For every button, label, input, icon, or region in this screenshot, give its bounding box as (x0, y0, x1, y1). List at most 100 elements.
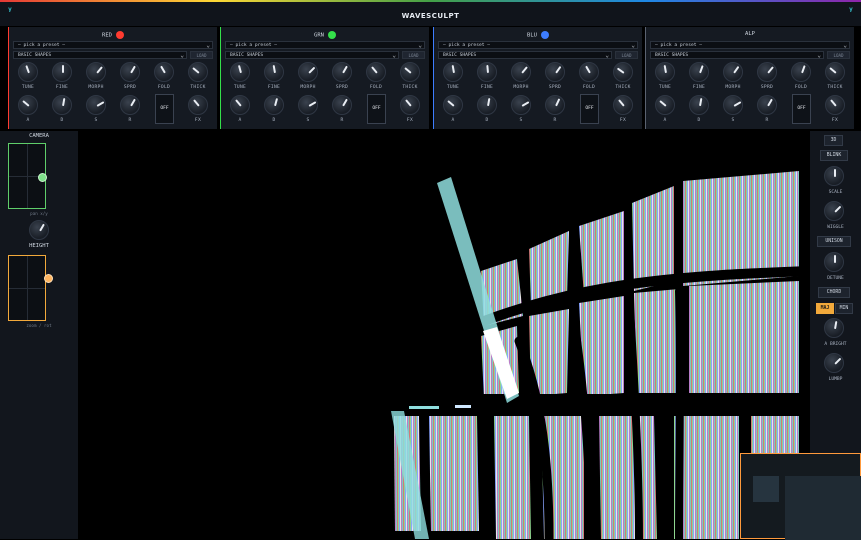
preset-select[interactable]: — pick a preset — ⌄ (650, 41, 850, 49)
knob-label: TUNE (21, 85, 35, 90)
knob-s[interactable] (723, 95, 743, 115)
knob-a[interactable] (443, 95, 463, 115)
knob-fx[interactable] (400, 95, 420, 115)
thumbnail-block (753, 476, 779, 502)
knob-label: D (485, 118, 489, 123)
knob-d[interactable] (264, 95, 284, 115)
major-button[interactable]: MAJ (816, 303, 834, 314)
preview-thumbnail[interactable] (740, 453, 861, 540)
knob-d[interactable] (477, 95, 497, 115)
knob-d[interactable] (689, 95, 709, 115)
knob-r[interactable] (757, 95, 777, 115)
blink-button[interactable]: BLINK (820, 150, 848, 161)
fold-off-button[interactable]: OFF (792, 94, 811, 124)
load-button[interactable]: LOAD (615, 51, 638, 59)
unison-button[interactable]: UNISON (817, 236, 851, 247)
camera-column: CAMERA pan x/y HEIGHT zoom / rot (0, 131, 78, 539)
channel-panel-blu: BLU — pick a preset — ⌄ BASIC SHAPES ⌄ LOAD TU… (433, 27, 642, 129)
knob-r[interactable] (120, 95, 140, 115)
minor-button[interactable]: MIN (835, 303, 853, 314)
knob-fine[interactable] (477, 62, 497, 82)
preset-select[interactable]: — pick a preset — ⌄ (13, 41, 213, 49)
knob-tune[interactable] (655, 62, 675, 82)
lumbp-knob[interactable] (824, 353, 844, 373)
knob-label: TUNE (233, 85, 247, 90)
knob-thick[interactable] (400, 62, 420, 82)
knob-fold[interactable] (579, 62, 599, 82)
channel-title: BLU (434, 31, 642, 39)
fold-off-button[interactable]: OFF (155, 94, 174, 124)
load-button[interactable]: LOAD (827, 51, 850, 59)
detune-knob[interactable] (824, 252, 844, 272)
channel-name: ALP (745, 31, 755, 37)
knob-sprd[interactable] (332, 62, 352, 82)
knob-fine[interactable] (264, 62, 284, 82)
load-button[interactable]: LOAD (402, 51, 425, 59)
wiggle-knob[interactable] (824, 201, 844, 221)
pan-handle[interactable] (38, 173, 47, 182)
fold-off-button[interactable]: OFF (580, 94, 599, 124)
channel-color-dot (327, 31, 336, 39)
knob-a[interactable] (655, 95, 675, 115)
knob-label: TUNE (658, 85, 672, 90)
knob-morph[interactable] (298, 62, 318, 82)
knob-thick[interactable] (825, 62, 845, 82)
knob-thick[interactable] (613, 62, 633, 82)
knob-tune[interactable] (18, 62, 38, 82)
bank-select[interactable]: BASIC SHAPES ⌄ (650, 51, 824, 59)
knob-morph[interactable] (723, 62, 743, 82)
knob-thick[interactable] (188, 62, 208, 82)
knob-label: A (663, 118, 667, 123)
knob-sprd[interactable] (757, 62, 777, 82)
chevron-down-icon: ⌄ (180, 52, 184, 59)
preset-select-value: — pick a preset — (18, 43, 66, 48)
channel-panels: RED — pick a preset — ⌄ BASIC SHAPES ⌄ LOAD TU… (8, 27, 854, 129)
chevron-down-icon: ⌄ (817, 52, 821, 59)
knob-tune[interactable] (443, 62, 463, 82)
knob-a[interactable] (230, 95, 250, 115)
orbit-pad[interactable] (8, 255, 53, 321)
knob-label: TUNE (446, 85, 460, 90)
fold-off-button[interactable]: OFF (367, 94, 386, 124)
top-bar: ᵞ ᵞ WAVESCULPT (0, 0, 861, 26)
knob-r[interactable] (332, 95, 352, 115)
knob-fx[interactable] (613, 95, 633, 115)
knob-morph[interactable] (86, 62, 106, 82)
3d-toggle-button[interactable]: 3D (824, 135, 843, 146)
knob-fold[interactable] (791, 62, 811, 82)
knob-morph[interactable] (511, 62, 531, 82)
bank-select[interactable]: BASIC SHAPES ⌄ (438, 51, 612, 59)
knob-tune[interactable] (230, 62, 250, 82)
knob-fx[interactable] (188, 95, 208, 115)
scale-knob[interactable] (824, 166, 844, 186)
knob-s[interactable] (298, 95, 318, 115)
height-knob[interactable] (29, 220, 49, 240)
knob-fine[interactable] (52, 62, 72, 82)
pan-xy-pad[interactable] (8, 143, 47, 209)
knob-fx[interactable] (825, 95, 845, 115)
knob-a[interactable] (18, 95, 38, 115)
knob-d[interactable] (52, 95, 72, 115)
knob-fold[interactable] (154, 62, 174, 82)
a-bright-knob[interactable] (824, 318, 844, 338)
knob-s[interactable] (86, 95, 106, 115)
preset-select[interactable]: — pick a preset — ⌄ (438, 41, 638, 49)
knob-fold[interactable] (366, 62, 386, 82)
orbit-handle[interactable] (44, 274, 53, 283)
knob-label: FINE (480, 85, 494, 90)
knob-sprd[interactable] (545, 62, 565, 82)
bank-select-value: BASIC SHAPES (18, 53, 52, 58)
knob-s[interactable] (511, 95, 531, 115)
chord-button[interactable]: CHORD (818, 287, 850, 298)
knob-sprd[interactable] (120, 62, 140, 82)
bank-select[interactable]: BASIC SHAPES ⌄ (13, 51, 187, 59)
knob-r[interactable] (545, 95, 565, 115)
knob-label: R (128, 118, 132, 123)
orbit-caption: zoom / rot (26, 323, 52, 328)
bank-select[interactable]: BASIC SHAPES ⌄ (225, 51, 399, 59)
knob-fine[interactable] (689, 62, 709, 82)
channel-title: RED (9, 31, 217, 39)
load-button[interactable]: LOAD (190, 51, 213, 59)
preset-select[interactable]: — pick a preset — ⌄ (225, 41, 425, 49)
render-viewport[interactable] (79, 131, 809, 539)
